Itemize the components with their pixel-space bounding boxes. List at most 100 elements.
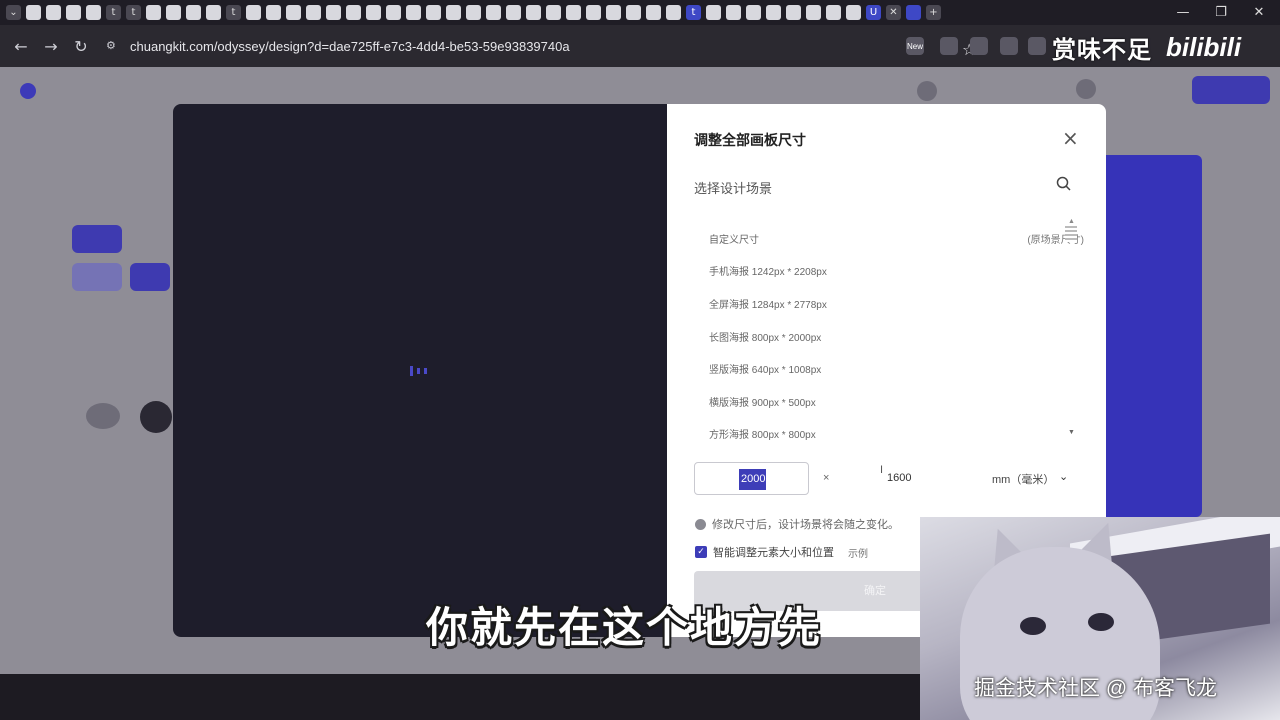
- tab-favicon[interactable]: [366, 5, 381, 20]
- tab-favicon[interactable]: [266, 5, 281, 20]
- tab-favicon[interactable]: [546, 5, 561, 20]
- tab-favicon[interactable]: [766, 5, 781, 20]
- tab-favicon[interactable]: [566, 5, 581, 20]
- tab-favicon[interactable]: [486, 5, 501, 20]
- smart-resize-checkbox[interactable]: ✓: [695, 546, 707, 558]
- text-cursor-icon: I: [880, 464, 884, 476]
- tab-favicon[interactable]: [446, 5, 461, 20]
- tab-favicon[interactable]: [826, 5, 841, 20]
- page-tool-button: [130, 263, 170, 291]
- unit-select[interactable]: mm（毫米）: [992, 471, 1054, 487]
- tab-favicon[interactable]: t: [106, 5, 121, 20]
- tab-favicon[interactable]: [26, 5, 41, 20]
- scene-option[interactable]: 横版海报 900px * 500px: [709, 385, 1059, 418]
- tab-favicon[interactable]: [466, 5, 481, 20]
- tab-favicon[interactable]: [46, 5, 61, 20]
- page-decoration: [140, 401, 172, 433]
- url-field[interactable]: ⚙ chuangkit.com/odyssey/design?d=dae725f…: [96, 32, 976, 60]
- tab-favicon[interactable]: [386, 5, 401, 20]
- maximize-button[interactable]: ❐: [1202, 0, 1240, 25]
- times-symbol: ×: [823, 472, 830, 484]
- tab-favicon[interactable]: [286, 5, 301, 20]
- extension-icon[interactable]: [940, 37, 958, 55]
- tab-favicon[interactable]: [246, 5, 261, 20]
- webcam-overlay: 掘金技术社区 @ 布客飞龙: [920, 517, 1280, 720]
- extension-icon[interactable]: [1028, 37, 1046, 55]
- tab-favicon[interactable]: [906, 5, 921, 20]
- cat-eye-shape: [1020, 617, 1046, 635]
- width-input[interactable]: 2000: [694, 462, 809, 495]
- extension-icon[interactable]: [970, 37, 988, 55]
- dialog-title: 调整全部画板尺寸: [694, 132, 806, 148]
- tab-favicon[interactable]: [606, 5, 621, 20]
- smart-resize-example-link[interactable]: 示例: [848, 545, 868, 560]
- extension-icon[interactable]: [1000, 37, 1018, 55]
- tab-favicon-active[interactable]: U: [866, 5, 881, 20]
- tab-favicon[interactable]: [626, 5, 641, 20]
- tab-favicon[interactable]: [406, 5, 421, 20]
- scene-option-label: 竖版海报 640px * 1008px: [709, 365, 822, 377]
- scene-option[interactable]: 手机海报 1242px * 2208px: [709, 255, 1059, 288]
- tab-search-icon[interactable]: ⌄: [6, 5, 21, 20]
- tab-favicon[interactable]: [506, 5, 521, 20]
- scene-option[interactable]: 方形海报 800px * 800px: [709, 418, 1059, 451]
- tab-favicon[interactable]: [586, 5, 601, 20]
- scroll-up-arrow-icon[interactable]: ▲: [1068, 218, 1075, 225]
- info-icon: [695, 518, 706, 530]
- scene-option[interactable]: 竖版海报 640px * 1008px: [709, 352, 1059, 385]
- tab-favicon[interactable]: t: [686, 5, 701, 20]
- tab-favicon[interactable]: [846, 5, 861, 20]
- search-icon[interactable]: [1055, 175, 1073, 193]
- smart-resize-option[interactable]: ✓ 智能调整元素大小和位置 示例: [695, 544, 868, 560]
- community-watermark: 掘金技术社区 @ 布客飞龙: [974, 677, 1217, 700]
- close-icon[interactable]: ×: [1062, 126, 1079, 150]
- scene-option[interactable]: 全屏海报 1284px * 2778px: [709, 287, 1059, 320]
- resize-note: 修改尺寸后，设计场景将会随之变化。: [695, 516, 899, 532]
- scroll-down-arrow-icon[interactable]: ▼: [1068, 429, 1075, 436]
- width-value: 2000: [739, 469, 766, 490]
- tab-favicon[interactable]: [186, 5, 201, 20]
- tab-favicon[interactable]: [326, 5, 341, 20]
- browser-tab-bar: ⌄ t t t t U ✕ +: [0, 0, 1280, 25]
- tab-favicon[interactable]: [706, 5, 721, 20]
- tab-favicon[interactable]: [726, 5, 741, 20]
- scene-list: 自定义尺寸 (原场景尺寸) 手机海报 1242px * 2208px 全屏海报 …: [709, 222, 1084, 451]
- tab-favicon[interactable]: [66, 5, 81, 20]
- chevron-down-icon[interactable]: ⌄: [1059, 470, 1068, 483]
- tab-favicon[interactable]: [426, 5, 441, 20]
- scene-option[interactable]: 长图海报 800px * 2000px: [709, 320, 1059, 353]
- tab-favicon[interactable]: [346, 5, 361, 20]
- loader-bar: [410, 366, 413, 376]
- new-tab-button[interactable]: +: [926, 5, 941, 20]
- scrollbar-thumb[interactable]: [1065, 226, 1077, 242]
- loader-bar: [424, 368, 427, 374]
- minimize-button[interactable]: —: [1164, 0, 1202, 25]
- reload-icon[interactable]: ↻: [66, 31, 96, 61]
- tab-favicon[interactable]: [86, 5, 101, 20]
- site-info-icon[interactable]: ⚙: [106, 39, 120, 53]
- tab-favicon[interactable]: [526, 5, 541, 20]
- tab-favicon[interactable]: [746, 5, 761, 20]
- scene-option-label: 横版海报 900px * 500px: [709, 397, 816, 409]
- tab-favicon[interactable]: [306, 5, 321, 20]
- tab-favicon[interactable]: [646, 5, 661, 20]
- tab-favicon[interactable]: t: [126, 5, 141, 20]
- page-icon: [20, 83, 36, 99]
- tab-favicon[interactable]: [206, 5, 221, 20]
- tab-favicon[interactable]: [806, 5, 821, 20]
- height-input[interactable]: 1600: [887, 472, 911, 484]
- tab-favicon[interactable]: [786, 5, 801, 20]
- tab-favicon[interactable]: [166, 5, 181, 20]
- extension-icon[interactable]: New: [906, 37, 924, 55]
- forward-arrow-icon[interactable]: →: [36, 31, 66, 61]
- tab-favicon[interactable]: t: [226, 5, 241, 20]
- tab-close-icon[interactable]: ✕: [886, 5, 901, 20]
- blue-side-panel: [1106, 155, 1202, 517]
- close-window-button[interactable]: ✕: [1240, 0, 1278, 25]
- back-arrow-icon[interactable]: ←: [6, 31, 36, 61]
- scene-option-label: 方形海报 800px * 800px: [709, 430, 816, 442]
- video-subtitle: 你就先在这个地方先: [426, 603, 823, 652]
- scene-option-custom[interactable]: 自定义尺寸 (原场景尺寸): [709, 222, 1084, 255]
- tab-favicon[interactable]: [666, 5, 681, 20]
- tab-favicon[interactable]: [146, 5, 161, 20]
